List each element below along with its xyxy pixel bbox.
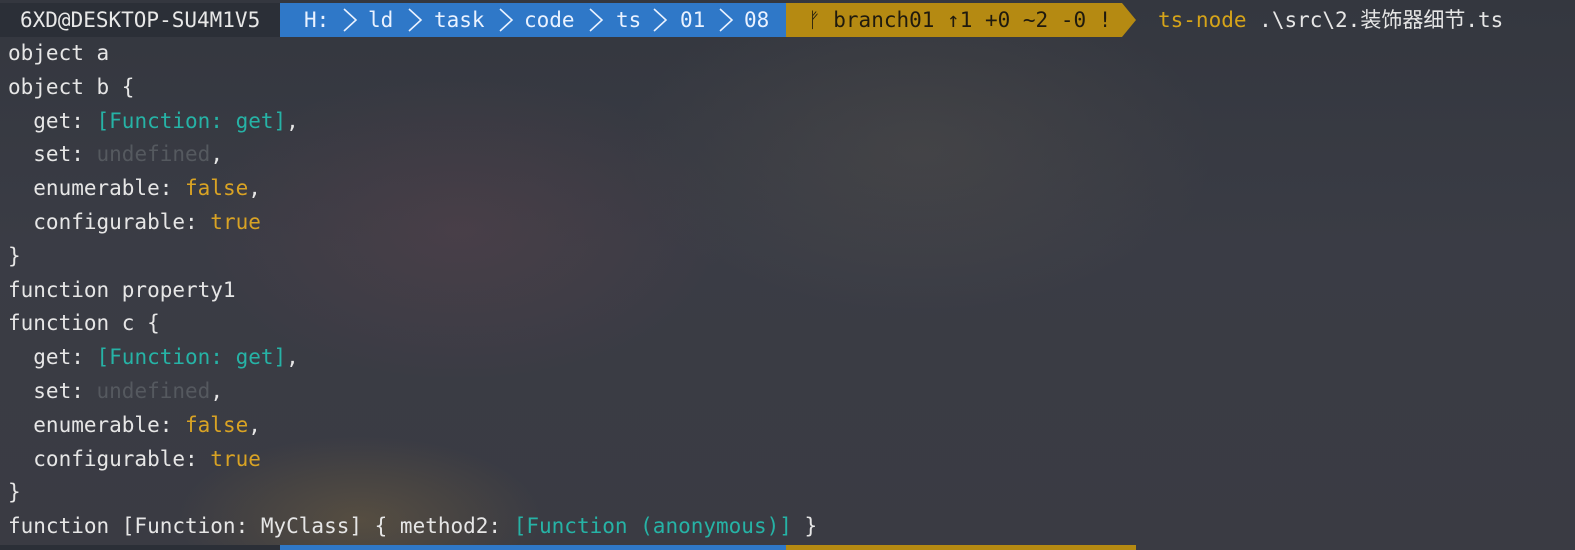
- undefined-value: undefined: [96, 378, 211, 403]
- output-line: enumerable: false,: [8, 409, 1568, 443]
- path-segment: ld: [368, 8, 394, 32]
- property-key: configurable:: [8, 209, 211, 234]
- punctuation: ,: [248, 176, 261, 201]
- property-key: get:: [8, 108, 97, 133]
- path-separator-icon: [588, 8, 604, 32]
- command-argument: .\src\2.装饰器细节.ts: [1259, 8, 1504, 32]
- command-output: object a object b { get: [Function: get]…: [8, 37, 1568, 544]
- function-value: [Function: get]: [96, 345, 287, 370]
- path-segment: code: [524, 8, 575, 32]
- path-separator-icon: [498, 8, 514, 32]
- git-branch-icon: ᚠ: [808, 8, 821, 32]
- output-line: set: undefined,: [8, 375, 1568, 409]
- git-status-text: branch01 ↑1 +0 ~2 -0 !: [833, 8, 1112, 32]
- output-line: object b {: [8, 74, 135, 99]
- output-line: function [Function: MyClass] { method2: …: [8, 510, 1568, 544]
- function-value: [Function (anonymous)]: [513, 514, 792, 539]
- output-line: enumerable: false,: [8, 172, 1568, 206]
- punctuation: }: [791, 514, 818, 539]
- path-drive: H:: [304, 8, 330, 32]
- path-separator-icon: [718, 8, 734, 32]
- property-key: configurable:: [8, 446, 211, 471]
- punctuation: ,: [210, 378, 223, 403]
- segment-arrow: [1122, 3, 1136, 37]
- undefined-value: undefined: [96, 142, 211, 167]
- output-line: get: [Function: get],: [8, 105, 1568, 139]
- path-segment: task: [434, 8, 485, 32]
- boolean-value: true: [210, 209, 261, 234]
- property-key: enumerable:: [8, 176, 186, 201]
- shell-prompt: 6XD@DESKTOP-SU4M1V5 H: ld task code ts 0…: [0, 3, 1575, 37]
- punctuation: ,: [248, 412, 261, 437]
- boolean-value: false: [185, 176, 249, 201]
- command-name: ts-node: [1158, 8, 1247, 32]
- prompt-host: 6XD@DESKTOP-SU4M1V5: [0, 3, 280, 37]
- command-line[interactable]: ts-node .\src\2.装饰器细节.ts: [1158, 3, 1503, 37]
- punctuation: ,: [210, 142, 223, 167]
- path-segment: 01: [680, 8, 706, 32]
- output-line: function c {: [8, 311, 160, 336]
- output-line: configurable: true: [8, 206, 1568, 240]
- output-line: set: undefined,: [8, 138, 1568, 172]
- punctuation: ,: [286, 108, 299, 133]
- terminal-window[interactable]: 6XD@DESKTOP-SU4M1V5 H: ld task code ts 0…: [0, 0, 1575, 550]
- punctuation: ,: [286, 345, 299, 370]
- function-value: [Function: get]: [96, 108, 287, 133]
- output-line: configurable: true: [8, 443, 1568, 477]
- boolean-value: true: [210, 446, 261, 471]
- property-key: set:: [8, 142, 97, 167]
- property-key: set:: [8, 378, 97, 403]
- boolean-value: false: [185, 412, 249, 437]
- class-output: function [Function: MyClass] { method2:: [8, 514, 514, 539]
- path-segment: 08: [744, 8, 770, 32]
- git-status: ᚠ branch01 ↑1 +0 ~2 -0 !: [808, 3, 1111, 37]
- output-line: function property1: [8, 277, 236, 302]
- output-line: }: [8, 243, 21, 268]
- path-segment: ts: [616, 8, 642, 32]
- property-key: get:: [8, 345, 97, 370]
- prompt-git-edge: [786, 545, 1136, 550]
- path-separator-icon: [652, 8, 668, 32]
- prompt-path-edge: [280, 545, 786, 550]
- prompt-path: H: ld task code ts 01 08: [280, 3, 786, 37]
- next-shell-prompt: [0, 545, 1575, 550]
- path-separator-icon: [342, 8, 358, 32]
- prompt-host-edge: [0, 545, 280, 550]
- path-separator-icon: [407, 8, 423, 32]
- output-line: object a: [8, 41, 110, 65]
- output-line: get: [Function: get],: [8, 341, 1568, 375]
- output-line: }: [8, 480, 21, 505]
- property-key: enumerable:: [8, 412, 186, 437]
